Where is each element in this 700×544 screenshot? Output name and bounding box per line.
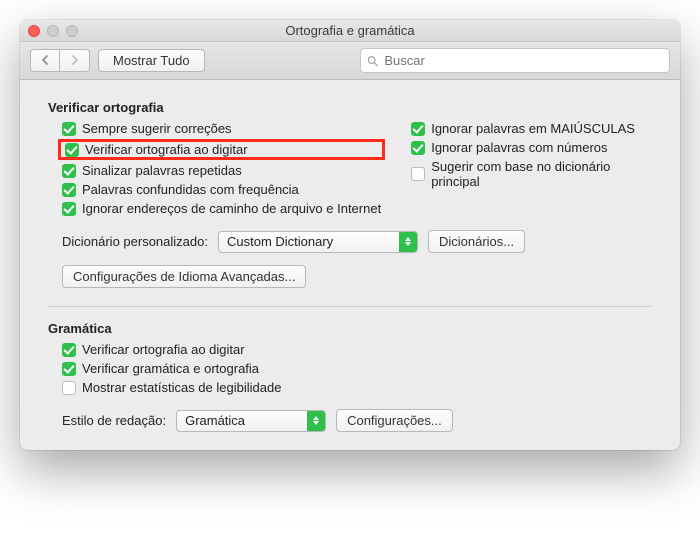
custom-dictionary-label: Dicionário personalizado:: [62, 234, 208, 249]
checkbox-label: Verificar ortografia ao digitar: [85, 142, 248, 157]
search-icon: [367, 55, 378, 67]
show-all-button[interactable]: Mostrar Tudo: [98, 49, 205, 72]
grammar-settings-button[interactable]: Configurações...: [336, 409, 453, 432]
back-button[interactable]: [30, 49, 60, 72]
minimize-icon[interactable]: [47, 25, 59, 37]
zoom-icon[interactable]: [66, 25, 78, 37]
checkbox-icon[interactable]: [62, 381, 76, 395]
dictionaries-button[interactable]: Dicionários...: [428, 230, 525, 253]
window-title: Ortografia e gramática: [20, 23, 680, 38]
checkbox-icon[interactable]: [62, 122, 76, 136]
forward-button[interactable]: [60, 49, 90, 72]
custom-dictionary-row: Dicionário personalizado: Custom Diction…: [48, 230, 652, 253]
checkbox-label: Sinalizar palavras repetidas: [82, 163, 242, 178]
custom-dictionary-select[interactable]: Custom Dictionary: [218, 231, 418, 253]
check-ignore-paths[interactable]: Ignorar endereços de caminho de arquivo …: [62, 201, 381, 216]
writing-style-select[interactable]: Gramática: [176, 410, 326, 432]
spelling-options: Sempre sugerir correções Verificar ortog…: [48, 121, 652, 216]
checkbox-icon[interactable]: [411, 141, 425, 155]
grammar-heading: Gramática: [48, 321, 652, 336]
checkbox-label: Palavras confundidas com frequência: [82, 182, 299, 197]
checkbox-label: Ignorar palavras com números: [431, 140, 607, 155]
check-ignore-numbers[interactable]: Ignorar palavras com números: [411, 140, 652, 155]
chevron-updown-icon: [307, 411, 325, 431]
chevron-updown-icon: [399, 232, 417, 252]
checkbox-label: Verificar gramática e ortografia: [82, 361, 259, 376]
select-value: Gramática: [177, 413, 253, 428]
checkbox-icon[interactable]: [62, 183, 76, 197]
select-value: Custom Dictionary: [219, 234, 341, 249]
check-flag-repeated[interactable]: Sinalizar palavras repetidas: [62, 163, 381, 178]
preferences-window: Ortografia e gramática Mostrar Tudo Veri…: [20, 20, 680, 450]
nav-segmented: [30, 49, 90, 72]
checkbox-icon[interactable]: [65, 143, 79, 157]
check-readability-stats[interactable]: Mostrar estatísticas de legibilidade: [62, 380, 652, 395]
highlight-box: Verificar ortografia ao digitar: [58, 139, 385, 160]
checkbox-icon[interactable]: [62, 202, 76, 216]
check-suggest-corrections[interactable]: Sempre sugerir correções: [62, 121, 381, 136]
spelling-heading: Verificar ortografia: [48, 100, 652, 115]
check-grammar-spelling-as-type[interactable]: Verificar ortografia ao digitar: [62, 342, 652, 357]
checkbox-icon[interactable]: [411, 122, 425, 136]
check-spelling-as-you-type[interactable]: Verificar ortografia ao digitar: [65, 142, 248, 157]
toolbar: Mostrar Tudo: [20, 42, 680, 80]
checkbox-label: Ignorar palavras em MAIÚSCULAS: [431, 121, 635, 136]
search-field[interactable]: [360, 48, 670, 73]
chevron-right-icon: [71, 55, 79, 65]
checkbox-label: Ignorar endereços de caminho de arquivo …: [82, 201, 381, 216]
checkbox-label: Sempre sugerir correções: [82, 121, 232, 136]
chevron-left-icon: [41, 55, 49, 65]
check-confused-words[interactable]: Palavras confundidas com frequência: [62, 182, 381, 197]
checkbox-label: Mostrar estatísticas de legibilidade: [82, 380, 281, 395]
checkbox-icon[interactable]: [62, 164, 76, 178]
checkbox-label: Verificar ortografia ao digitar: [82, 342, 245, 357]
checkbox-icon[interactable]: [62, 343, 76, 357]
check-suggest-main-dict[interactable]: Sugerir com base no dicionário principal: [411, 159, 652, 189]
check-grammar-and-spelling[interactable]: Verificar gramática e ortografia: [62, 361, 652, 376]
writing-style-label: Estilo de redação:: [62, 413, 166, 428]
search-input[interactable]: [382, 52, 663, 69]
writing-style-row: Estilo de redação: Gramática Configuraçõ…: [48, 409, 652, 432]
advanced-language-button[interactable]: Configurações de Idioma Avançadas...: [62, 265, 306, 288]
window-controls: [28, 25, 78, 37]
close-icon[interactable]: [28, 25, 40, 37]
content: Verificar ortografia Sempre sugerir corr…: [20, 80, 680, 450]
check-ignore-uppercase[interactable]: Ignorar palavras em MAIÚSCULAS: [411, 121, 652, 136]
checkbox-icon[interactable]: [411, 167, 425, 181]
checkbox-label: Sugerir com base no dicionário principal: [431, 159, 652, 189]
checkbox-icon[interactable]: [62, 362, 76, 376]
divider: [48, 306, 652, 307]
titlebar: Ortografia e gramática: [20, 20, 680, 42]
